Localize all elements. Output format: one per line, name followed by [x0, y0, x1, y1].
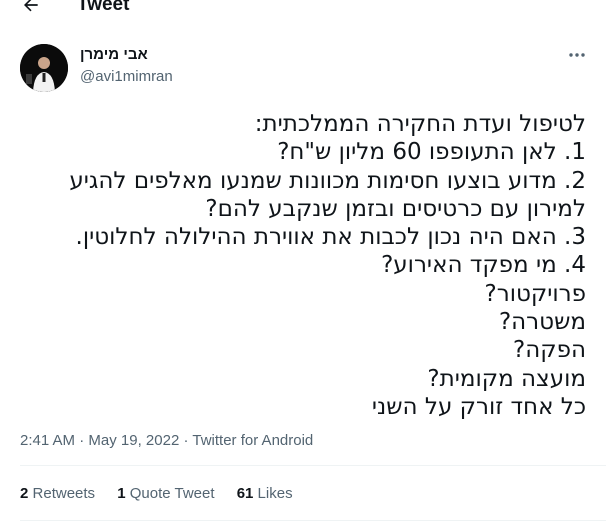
divider	[20, 520, 606, 521]
likes-count: 61	[236, 485, 254, 502]
tweet-source[interactable]: Twitter for Android	[192, 432, 313, 449]
tweet-line: משטרה?	[498, 309, 586, 336]
quotes-stat[interactable]: 1 Quote Tweet	[117, 485, 214, 502]
retweets-stat[interactable]: 2 Retweets	[20, 485, 95, 502]
avatar-image	[20, 44, 68, 92]
quotes-label: Quote Tweet	[129, 485, 215, 502]
avatar[interactable]	[20, 44, 68, 92]
tweet-line: לטיפול ועדת החקירה הממלכתית:	[254, 111, 586, 137]
tweet-line: כל אחד זורק על השני	[371, 393, 586, 420]
divider	[20, 465, 606, 466]
tweet-line: 3. האם היה נכון לכבות את אווירת ההילולה …	[75, 224, 586, 251]
page-title: Tweet	[77, 0, 130, 15]
quotes-count: 1	[117, 485, 126, 502]
tweet-line: הפקה?	[513, 337, 586, 364]
tweet-line: פרויקטור?	[484, 280, 586, 307]
tweet-line: למירון עם כרטיסים ובזמן שנקבע להם?	[205, 195, 586, 222]
retweets-label: Retweets	[32, 485, 96, 502]
tweet-line: 1. לאן התעופפו 60 מליון ש"ח?	[277, 139, 586, 166]
retweets-count: 2	[20, 485, 29, 502]
top-bar: Tweet	[0, 0, 606, 24]
arrow-left-icon[interactable]	[20, 0, 42, 15]
tweet-date[interactable]: May 19, 2022	[88, 432, 179, 449]
likes-label: Likes	[257, 485, 293, 502]
tweet-line: 2. מדוע בוצעו חסימות מכוונות שמנעו מאלפי…	[69, 167, 586, 194]
tweet-stats: 2 Retweets 1 Quote Tweet 61 Likes	[20, 485, 311, 502]
tweet-text: לטיפול ועדת החקירה הממלכתית: 1. לאן התעו…	[20, 110, 586, 421]
tweet-line: מועצה מקומית?	[427, 365, 586, 392]
tweet-time[interactable]: 2:41 AM	[20, 432, 75, 449]
author-handle[interactable]: @avi1mimran	[80, 68, 173, 85]
author-name[interactable]: אבי מימרן	[80, 46, 148, 63]
meta-separator: ·	[183, 432, 189, 449]
more-options-icon[interactable]	[566, 44, 588, 66]
meta-separator: ·	[79, 432, 85, 449]
tweet-meta: 2:41 AM · May 19, 2022 · Twitter for And…	[20, 432, 313, 449]
likes-stat[interactable]: 61 Likes	[237, 485, 293, 502]
tweet-line: 4. מי מפקד האירוע?	[381, 252, 586, 279]
